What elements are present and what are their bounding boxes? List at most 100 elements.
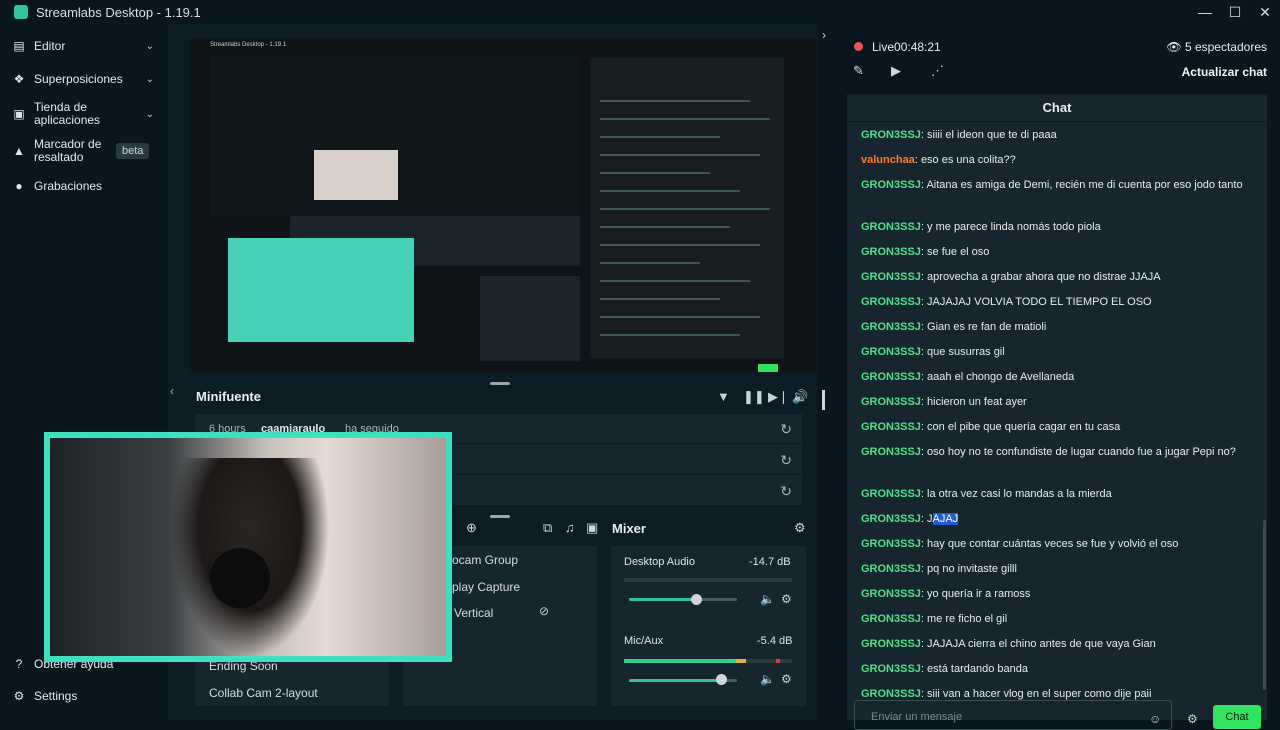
emoji-icon[interactable]: ☺ <box>1149 712 1161 726</box>
send-chat-button[interactable]: Chat <box>1213 705 1261 729</box>
sidebar-item-overlays[interactable]: ❖ Superposiciones ⌄ <box>0 70 168 88</box>
mixer-channel-name: Mic/Aux <box>624 635 664 647</box>
filter-icon[interactable]: ▼ <box>717 389 730 404</box>
chat-username[interactable]: GRON3SSJ <box>861 396 921 408</box>
chat-username[interactable]: GRON3SSJ <box>861 296 921 308</box>
chat-input[interactable]: Enviar un mensaje <box>854 700 1172 730</box>
edit-stream-icon[interactable]: ✎ <box>853 63 864 79</box>
chat-text: aprovecha a grabar ahora que no distrae … <box>927 271 1161 283</box>
chat-username[interactable]: GRON3SSJ <box>861 688 921 700</box>
chat-username[interactable]: GRON3SSJ <box>861 421 921 433</box>
audio-meter-level <box>624 659 736 663</box>
scene-item[interactable]: Collab Cam 2-layout <box>209 686 318 700</box>
live-status: Live00:48:21 <box>872 40 941 54</box>
chat-username[interactable]: GRON3SSJ <box>861 371 921 383</box>
preview-chat-line <box>600 298 720 300</box>
chat-username[interactable]: GRON3SSJ <box>861 563 921 575</box>
pause-icon[interactable]: ❚❚ <box>743 389 765 405</box>
preview-nested-mixer <box>480 276 580 361</box>
minimize-icon[interactable]: — <box>1190 0 1220 24</box>
chat-message: GRON3SSJ: que susurras gil <box>861 344 1256 361</box>
chat-divider <box>847 121 1267 122</box>
sidebar-item-store[interactable]: ▣ Tienda de aplicaciones ⌄ <box>0 100 168 128</box>
speaker-icon[interactable]: 🔈 <box>760 672 775 686</box>
chat-username[interactable]: valunchaa <box>861 154 915 166</box>
add-source-icon[interactable]: ⊕ <box>466 520 477 536</box>
sidebar-item-label: Grabaciones <box>34 179 103 193</box>
chat-text: oso hoy no te confundiste de lugar cuand… <box>927 446 1236 458</box>
volume-icon[interactable]: 🔊 <box>792 389 808 405</box>
chat-username[interactable]: GRON3SSJ <box>861 271 921 283</box>
sidebar-item-label: Marcador de resaltado <box>34 137 102 164</box>
live-indicator-icon <box>854 42 863 51</box>
chat-username[interactable]: GRON3SSJ <box>861 663 921 675</box>
stream-preview[interactable]: Streamlabs Desktop - 1.19.1 <box>190 38 816 372</box>
chat-scrollbar[interactable] <box>1263 520 1266 690</box>
webcam-overlay <box>44 432 452 662</box>
gear-icon[interactable]: ⚙ <box>781 592 792 606</box>
preview-chat-line <box>600 280 750 282</box>
close-icon[interactable]: ✕ <box>1250 0 1280 24</box>
maximize-icon[interactable]: ☐ <box>1220 0 1250 24</box>
minifuente-title: Minifuente <box>196 389 261 404</box>
source-item[interactable]: ocam Group <box>452 553 518 567</box>
preview-send-button <box>758 364 778 372</box>
chat-username[interactable]: GRON3SSJ <box>861 346 921 358</box>
preview-chat-line <box>600 172 710 174</box>
chat-username[interactable]: GRON3SSJ <box>861 488 921 500</box>
chat-text: JAJAJA cierra el chino antes de que vaya… <box>927 638 1156 650</box>
sidebar-item-settings[interactable]: ⚙ Settings <box>0 687 168 705</box>
chat-message: GRON3SSJ: JAJAJA cierra el chino antes d… <box>861 636 1256 653</box>
speaker-icon[interactable]: 🔈 <box>760 592 775 606</box>
sidebar-item-recordings[interactable]: ● Grabaciones <box>0 177 168 195</box>
chat-username[interactable]: GRON3SSJ <box>861 613 921 625</box>
chat-username[interactable]: GRON3SSJ <box>861 321 921 333</box>
camera-icon[interactable]: ▶ <box>891 63 901 79</box>
chat-text: Gian es re fan de matioli <box>927 321 1047 333</box>
add-folder-icon[interactable]: ▣ <box>586 520 598 536</box>
gear-icon[interactable]: ⚙ <box>794 520 806 536</box>
scroll-indicator[interactable] <box>822 390 825 410</box>
audio-icon[interactable]: ♫ <box>565 520 575 535</box>
repeat-icon[interactable]: ↻ <box>780 483 792 500</box>
chat-username[interactable]: GRON3SSJ <box>861 129 921 141</box>
chat-text: con el pibe que quería cagar en tu casa <box>927 421 1121 433</box>
viewer-count-label: 5 espectadores <box>1184 40 1267 54</box>
chat-username[interactable]: GRON3SSJ <box>861 513 921 525</box>
chat-message: GRON3SSJ: JAJAJAJ VOLVIA TODO EL TIEMPO … <box>861 294 1256 311</box>
repeat-icon[interactable]: ↻ <box>780 452 792 469</box>
gear-icon[interactable]: ⚙ <box>781 672 792 686</box>
skip-icon[interactable]: ▶❘ <box>768 389 789 405</box>
collapse-left-icon[interactable]: ‹ <box>170 384 174 398</box>
chat-username[interactable]: GRON3SSJ <box>861 638 921 650</box>
sidebar-item-highlighter[interactable]: ▲ Marcador de resaltado beta <box>0 137 168 165</box>
chat-message: GRON3SSJ: está tardando banda <box>861 661 1256 678</box>
drag-handle[interactable] <box>490 515 510 518</box>
gear-icon[interactable]: ⚙ <box>1187 712 1198 726</box>
source-item[interactable]: Vertical <box>454 606 493 620</box>
mixer-channel-db: -14.7 dB <box>749 556 791 568</box>
repeat-icon[interactable]: ↻ <box>780 421 792 438</box>
preview-chat-line <box>600 244 760 246</box>
sidebar-item-label: Superposiciones <box>34 72 123 86</box>
chat-text: está tardando banda <box>927 663 1028 675</box>
refresh-chat-button[interactable]: Actualizar chat <box>1182 65 1267 79</box>
chat-username[interactable]: GRON3SSJ <box>861 246 921 258</box>
drag-handle[interactable] <box>490 382 510 385</box>
edit-icon: ▤ <box>13 39 25 53</box>
chat-username[interactable]: GRON3SSJ <box>861 538 921 550</box>
chat-username[interactable]: GRON3SSJ <box>861 221 921 233</box>
volume-slider-knob[interactable] <box>691 594 702 605</box>
chat-username[interactable]: GRON3SSJ <box>861 588 921 600</box>
chat-username[interactable]: GRON3SSJ <box>861 179 921 191</box>
chat-username[interactable]: GRON3SSJ <box>861 446 921 458</box>
sidebar-item-editor[interactable]: ▤ Editor ⌄ <box>0 37 168 55</box>
mixer-channel-name: Desktop Audio <box>624 556 695 568</box>
folder-icon[interactable]: ⧉ <box>543 520 552 536</box>
webcam-feed <box>50 438 446 656</box>
source-item[interactable]: play Capture <box>452 580 520 594</box>
share-icon[interactable]: ⋰ <box>931 63 944 79</box>
visibility-off-icon[interactable]: ⊘ <box>539 604 549 618</box>
volume-slider-knob[interactable] <box>716 674 727 685</box>
collapse-right-icon[interactable]: › <box>822 28 826 42</box>
